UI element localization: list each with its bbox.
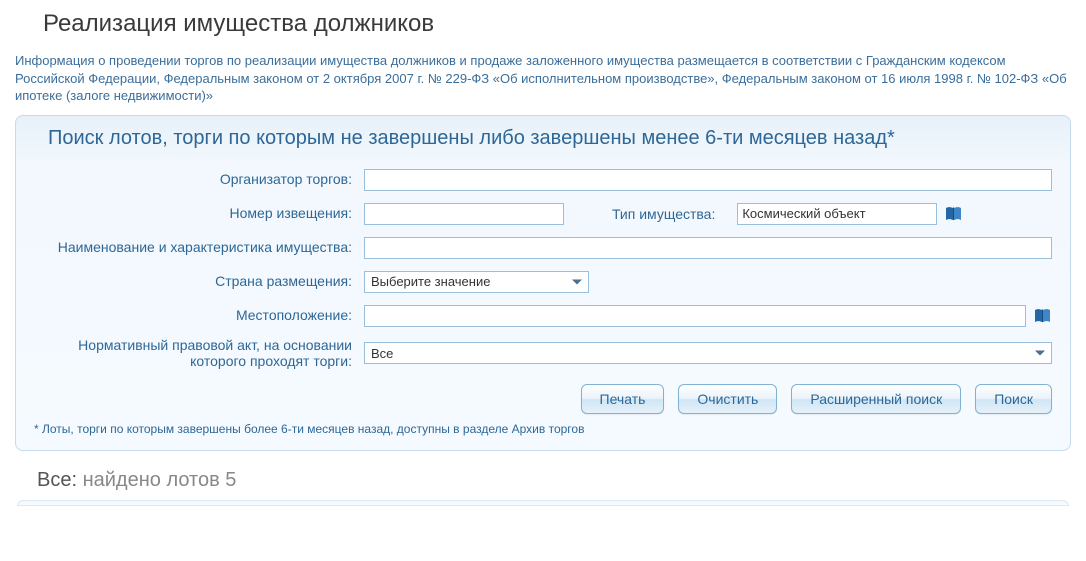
chevron-down-icon	[572, 279, 582, 284]
search-panel: Поиск лотов, торги по которым не заверше…	[15, 115, 1071, 452]
clear-button[interactable]: Очистить	[678, 384, 777, 414]
results-heading: Все: найдено лотов 5	[37, 469, 1071, 492]
print-button[interactable]: Печать	[581, 384, 665, 414]
results-found-text: найдено лотов	[83, 469, 220, 491]
label-country: Страна размещения:	[34, 273, 364, 291]
search-button[interactable]: Поиск	[975, 384, 1052, 414]
property-name-input[interactable]	[364, 237, 1052, 259]
legal-act-select-value: Все	[371, 346, 393, 361]
panel-title: Поиск лотов, торги по которым не заверше…	[34, 126, 1052, 151]
footnote: * Лоты, торги по которым завершены более…	[34, 422, 1052, 436]
page-title: Реализация имущества должников	[43, 10, 1071, 38]
book-icon[interactable]	[945, 206, 963, 222]
chevron-down-icon	[1035, 351, 1045, 356]
info-text: Информация о проведении торгов по реализ…	[15, 52, 1071, 105]
label-legal-act: Нормативный правовой акт, на основании к…	[34, 337, 364, 371]
property-type-input[interactable]	[737, 203, 937, 225]
results-panel-top	[17, 500, 1069, 506]
results-count: 5	[225, 469, 236, 491]
location-input[interactable]	[364, 305, 1026, 327]
results-label: Все:	[37, 469, 77, 491]
label-property-name: Наименование и характеристика имущества:	[34, 239, 364, 256]
country-select[interactable]: Выберите значение	[364, 271, 589, 293]
label-property-type: Тип имущества:	[572, 206, 729, 222]
label-organizer: Организатор торгов:	[34, 171, 364, 189]
advanced-search-button[interactable]: Расширенный поиск	[791, 384, 961, 414]
organizer-input[interactable]	[364, 169, 1052, 191]
notice-number-input[interactable]	[364, 203, 564, 225]
country-select-value: Выберите значение	[371, 274, 490, 289]
button-row: Печать Очистить Расширенный поиск Поиск	[34, 384, 1052, 414]
label-notice-number: Номер извещения:	[34, 205, 364, 223]
book-icon[interactable]	[1034, 308, 1052, 324]
legal-act-select[interactable]: Все	[364, 342, 1052, 364]
label-location: Местоположение:	[34, 307, 364, 325]
